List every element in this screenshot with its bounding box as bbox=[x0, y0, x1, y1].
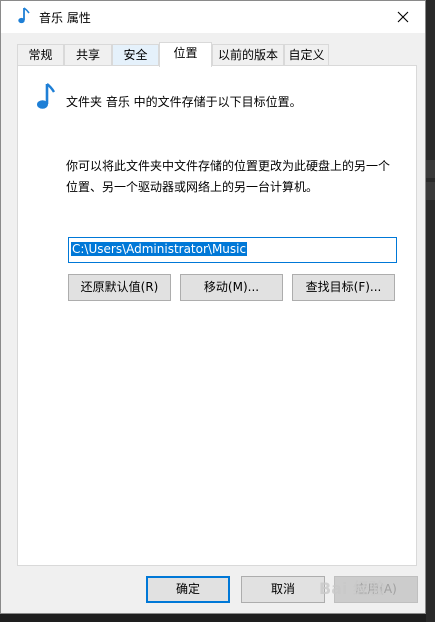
find-target-button[interactable]: 查找目标(F)... bbox=[292, 274, 395, 301]
location-description: 你可以将此文件夹中文件存储的位置更改为此硬盘上的另一个位置、另一个驱动器或网络上… bbox=[66, 159, 391, 194]
title-bar: 音乐 属性 bbox=[1, 1, 425, 33]
background-mark bbox=[426, 182, 435, 200]
background-strip bbox=[426, 0, 435, 622]
window-title: 音乐 属性 bbox=[39, 11, 91, 25]
path-input[interactable]: C:\Users\Administrator\Music bbox=[68, 237, 397, 263]
location-header: 文件夹 音乐 中的文件存储于以下目标位置。 bbox=[66, 95, 302, 109]
tab-security[interactable]: 安全 bbox=[112, 44, 159, 65]
music-note-icon bbox=[18, 7, 30, 24]
background-mark bbox=[426, 160, 435, 178]
properties-dialog: 音乐 属性 常规 共享 安全 位置 以前的版本 自定义 文件夹 音乐 中的文件存… bbox=[0, 0, 426, 614]
move-button[interactable]: 移动(M)... bbox=[180, 274, 283, 301]
restore-default-button[interactable]: 还原默认值(R) bbox=[68, 274, 171, 301]
watermark: Bai 经验 bbox=[319, 579, 386, 598]
ok-button[interactable]: 确定 bbox=[146, 576, 230, 603]
cancel-button[interactable]: 取消 bbox=[241, 576, 325, 603]
close-button[interactable] bbox=[381, 1, 425, 33]
path-value: C:\Users\Administrator\Music bbox=[71, 242, 248, 256]
tab-previous-versions[interactable]: 以前的版本 bbox=[212, 44, 284, 65]
music-note-icon bbox=[37, 83, 56, 109]
tab-customize[interactable]: 自定义 bbox=[284, 44, 329, 65]
location-panel: 文件夹 音乐 中的文件存储于以下目标位置。 你可以将此文件夹中文件存储的位置更改… bbox=[17, 65, 417, 566]
tab-location[interactable]: 位置 bbox=[159, 42, 212, 67]
tab-sharing[interactable]: 共享 bbox=[64, 44, 112, 65]
tab-general[interactable]: 常规 bbox=[17, 44, 64, 65]
close-icon bbox=[397, 11, 409, 23]
